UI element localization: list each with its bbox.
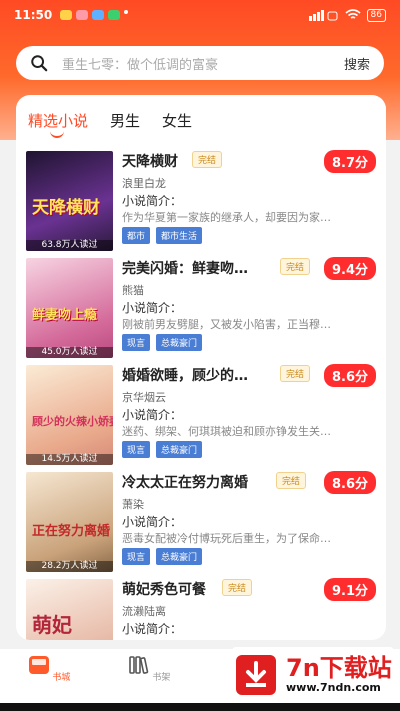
intro-label: 小说简介： bbox=[122, 301, 183, 315]
cover-title: 鲜妻吻上瘾 bbox=[32, 308, 98, 323]
status-badge: 完结 bbox=[192, 151, 223, 168]
cover-readers: 14.5万人读过 bbox=[26, 454, 113, 465]
notification-icon bbox=[108, 10, 121, 20]
book-title[interactable]: 婚婚欲睡，顾少的… bbox=[122, 365, 248, 385]
battery-icon: 86 bbox=[366, 8, 386, 22]
watermark-url: www.7ndn.com bbox=[286, 681, 381, 694]
book-title[interactable]: 完美闪婚：鲜妻吻… bbox=[122, 258, 248, 278]
cover-title: 萌妃 bbox=[32, 613, 72, 637]
nav-bookshelf-label: 书架 bbox=[152, 673, 171, 683]
genre-tag[interactable]: 总裁豪门 bbox=[156, 548, 203, 565]
book-title[interactable]: 萌妃秀色可餐 bbox=[122, 579, 206, 599]
status-badge: 完结 bbox=[280, 365, 311, 382]
cover-title: 天降横财 bbox=[32, 198, 100, 218]
more-dot-icon bbox=[124, 10, 129, 14]
tab-male[interactable]: 男生 bbox=[110, 110, 140, 131]
book-author: 熊猫 bbox=[122, 284, 144, 297]
book-item[interactable]: 天降横财 63.8万人读过 天降横财 完结 8.7分 浪里白龙 小说简介： 作为… bbox=[26, 150, 376, 251]
status-time: 11:50 bbox=[14, 8, 53, 22]
watermark: 7n下载站 www.7ndn.com bbox=[232, 647, 394, 702]
status-right: 86 bbox=[308, 8, 386, 22]
system-bar bbox=[0, 703, 400, 711]
intro-label: 小说简介： bbox=[122, 408, 183, 422]
book-description: 恶毒女配被冷付博玩死后重生，为了保命… bbox=[122, 532, 331, 545]
score-badge: 8.6分 bbox=[323, 364, 376, 387]
genre-tag[interactable]: 都市 bbox=[122, 227, 151, 244]
watermark-text: 7n下载站 www.7ndn.com bbox=[286, 655, 392, 694]
genre-tag[interactable]: 现言 bbox=[122, 441, 151, 458]
notification-icon bbox=[60, 10, 73, 20]
book-icon bbox=[28, 656, 49, 674]
signal-icon bbox=[308, 9, 338, 21]
search-bar[interactable]: 重生七零：做个低调的富豪 搜索 bbox=[16, 46, 384, 80]
book-cover[interactable]: 鲜妻吻上瘾 45.0万人读过 bbox=[26, 258, 113, 358]
book-author: 萧染 bbox=[122, 498, 144, 511]
book-tags: 都市 都市生活 bbox=[122, 227, 203, 244]
genre-tag[interactable]: 现言 bbox=[122, 334, 151, 351]
nav-bookshelf[interactable]: 书架 bbox=[124, 655, 174, 683]
category-tabs: 精选小说 男生 女生 bbox=[28, 110, 214, 138]
notification-icons bbox=[60, 10, 129, 20]
book-title[interactable]: 天降横财 bbox=[122, 151, 178, 171]
status-bar: 11:50 86 bbox=[0, 0, 400, 30]
cover-readers: 63.8万人读过 bbox=[26, 240, 113, 251]
tab-featured[interactable]: 精选小说 bbox=[28, 110, 88, 138]
score-badge: 9.1分 bbox=[323, 578, 376, 601]
book-author: 京华烟云 bbox=[122, 391, 166, 404]
cover-readers: 28.2万人读过 bbox=[26, 561, 113, 572]
book-cover[interactable]: 正在努力离婚 28.2万人读过 bbox=[26, 472, 113, 572]
status-badge: 完结 bbox=[276, 472, 307, 489]
book-author: 浪里白龙 bbox=[122, 177, 166, 190]
nav-bookstore-label: 书城 bbox=[52, 673, 71, 683]
bookshelf-icon bbox=[128, 656, 148, 674]
book-tags: 现言 总裁豪门 bbox=[122, 548, 203, 565]
search-input[interactable]: 重生七零：做个低调的富豪 bbox=[62, 54, 344, 73]
intro-label: 小说简介： bbox=[122, 622, 183, 636]
intro-label: 小说简介： bbox=[122, 515, 183, 529]
cover-title: 正在努力离婚 bbox=[32, 524, 111, 539]
tab-female[interactable]: 女生 bbox=[162, 110, 192, 131]
notification-icon bbox=[76, 10, 89, 20]
genre-tag[interactable]: 总裁豪门 bbox=[156, 441, 203, 458]
book-cover[interactable]: 天降横财 63.8万人读过 bbox=[26, 151, 113, 251]
watermark-name: 7n下载站 bbox=[286, 654, 392, 682]
book-cover[interactable]: 萌妃 bbox=[26, 579, 113, 640]
book-item[interactable]: 顾少的火辣小娇妻 14.5万人读过 婚婚欲睡，顾少的… 完结 8.6分 京华烟云… bbox=[26, 364, 376, 465]
cover-readers: 45.0万人读过 bbox=[26, 347, 113, 358]
genre-tag[interactable]: 总裁豪门 bbox=[156, 334, 203, 351]
score-badge: 8.6分 bbox=[323, 471, 376, 494]
status-badge: 完结 bbox=[280, 258, 311, 275]
genre-tag[interactable]: 现言 bbox=[122, 548, 151, 565]
search-button[interactable]: 搜索 bbox=[344, 54, 370, 73]
book-tags: 现言 总裁豪门 bbox=[122, 441, 203, 458]
download-icon bbox=[236, 654, 276, 695]
genre-tag[interactable]: 都市生活 bbox=[156, 227, 203, 244]
score-badge: 9.4分 bbox=[323, 257, 376, 280]
wifi-icon bbox=[345, 9, 361, 19]
status-badge: 完结 bbox=[222, 579, 253, 596]
intro-label: 小说简介： bbox=[122, 194, 183, 208]
book-title[interactable]: 冷太太正在努力离婚 bbox=[122, 472, 248, 492]
search-icon bbox=[31, 55, 48, 72]
book-item[interactable]: 正在努力离婚 28.2万人读过 冷太太正在努力离婚 完结 8.6分 萧染 小说简… bbox=[26, 471, 376, 572]
book-author: 流濑陆离 bbox=[122, 605, 166, 618]
book-cover[interactable]: 顾少的火辣小娇妻 14.5万人读过 bbox=[26, 365, 113, 465]
book-description: 迷药、绑架、何琪琪被迫和顾亦铮发生关… bbox=[122, 425, 331, 438]
book-list-card: 精选小说 男生 女生 天降横财 63.8万人读过 天降横财 完结 8.7分 浪里… bbox=[16, 95, 386, 640]
book-item[interactable]: 鲜妻吻上瘾 45.0万人读过 完美闪婚：鲜妻吻… 完结 9.4分 熊猫 小说简介… bbox=[26, 257, 376, 358]
book-description: 刚被前男友劈腿，又被发小陷害，正当穆… bbox=[122, 318, 331, 331]
notification-icon bbox=[92, 10, 105, 20]
cover-title: 顾少的火辣小娇妻 bbox=[32, 415, 113, 428]
book-tags: 现言 总裁豪门 bbox=[122, 334, 203, 351]
book-description: 作为华夏第一家族的继承人，却要因为家… bbox=[122, 211, 331, 224]
book-item[interactable]: 萌妃 萌妃秀色可餐 完结 9.1分 流濑陆离 小说简介： bbox=[26, 578, 376, 640]
nav-bookstore[interactable]: 书城 bbox=[24, 655, 74, 683]
score-badge: 8.7分 bbox=[323, 150, 376, 173]
